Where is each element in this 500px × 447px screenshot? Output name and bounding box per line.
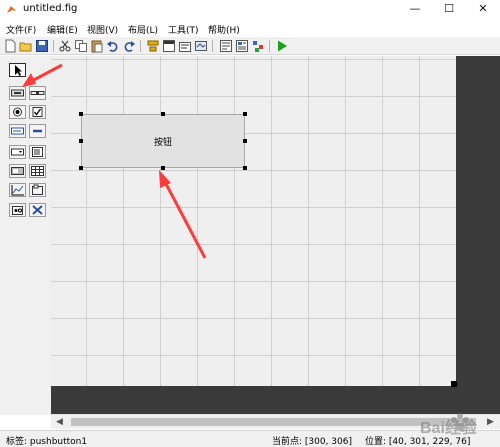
selection-handle[interactable] [161,112,165,116]
object-browser-icon[interactable] [251,39,265,53]
toolbar-separator [140,40,141,52]
minimize-button[interactable]: — [398,0,432,19]
slider-tool-icon[interactable] [29,86,46,100]
menu-layout[interactable]: 布局(L) [128,23,158,36]
menu-edit[interactable]: 编辑(E) [47,23,78,36]
selection-handle[interactable] [243,112,247,116]
radio-button-tool-icon[interactable] [9,105,26,119]
watermark-text: Bai经验 [420,418,478,437]
cut-icon[interactable] [58,39,72,53]
pushbutton-component[interactable]: 按钮 [81,114,245,168]
scroll-left-icon[interactable]: ◀ [56,417,63,427]
maximize-button[interactable]: ☐ [432,0,466,19]
redo-icon[interactable] [122,39,136,53]
menu-view[interactable]: 视图(V) [87,23,118,36]
checkbox-tool-icon[interactable] [29,105,46,119]
property-inspector-icon[interactable] [235,39,249,53]
selection-handle[interactable] [161,166,165,170]
menu-help[interactable]: 帮助(H) [208,23,240,36]
axes-tool-icon[interactable] [9,183,26,197]
canvas-margin-right [456,56,500,386]
paste-icon[interactable] [90,39,104,53]
copy-icon[interactable] [74,39,88,53]
layout-canvas[interactable]: 按钮 [51,56,500,414]
menu-bar: 文件(F) 编辑(E) 视图(V) 布局(L) 工具(T) 帮助(H) [0,20,500,37]
figure-resize-handle[interactable] [451,381,457,387]
close-button[interactable]: ✕ [466,0,500,19]
open-folder-icon[interactable] [19,39,33,53]
pushbutton-tool-icon[interactable] [9,86,26,100]
new-file-icon[interactable] [3,39,17,53]
pushbutton-label: 按钮 [153,138,172,148]
toolbar [0,37,500,55]
window-title: untitled.fig [23,3,78,14]
title-bar: untitled.fig — ☐ ✕ [0,0,500,19]
matlab-icon [7,6,16,13]
selection-handle[interactable] [79,166,83,170]
edit-text-tool-icon[interactable] [9,124,26,138]
selection-handle[interactable] [79,139,83,143]
selection-handle[interactable] [243,139,247,143]
popup-menu-tool-icon[interactable] [9,145,26,159]
toolbar-editor-icon[interactable] [194,39,208,53]
selection-handle[interactable] [79,112,83,116]
save-icon[interactable] [35,39,49,53]
layout-grid[interactable] [51,56,456,386]
tab-order-icon[interactable] [178,39,192,53]
toolbar-separator [269,40,270,52]
panel-tool-icon[interactable] [29,183,46,197]
button-group-tool-icon[interactable] [9,203,26,217]
menu-tools[interactable]: 工具(T) [168,23,199,36]
component-palette [0,56,51,415]
status-current-point: 当前点: [300, 306] [272,437,352,447]
menu-file[interactable]: 文件(F) [6,23,36,36]
run-icon[interactable] [275,39,289,53]
align-icon[interactable] [146,39,160,53]
baidu-watermark: Bai经验 [420,413,478,437]
activex-tool-icon[interactable] [29,203,46,217]
listbox-tool-icon[interactable] [29,145,46,159]
select-tool-icon[interactable] [9,63,26,77]
editor-icon[interactable] [219,39,233,53]
toolbar-separator [53,40,54,52]
status-tag: 标签: pushbutton1 [6,437,88,447]
static-text-tool-icon[interactable] [29,124,46,138]
toolbar-separator [212,40,213,52]
undo-icon[interactable] [106,39,120,53]
menu-editor-icon[interactable] [162,39,176,53]
selection-handle[interactable] [243,166,247,170]
toggle-button-tool-icon[interactable] [9,164,26,178]
table-tool-icon[interactable] [29,164,46,178]
